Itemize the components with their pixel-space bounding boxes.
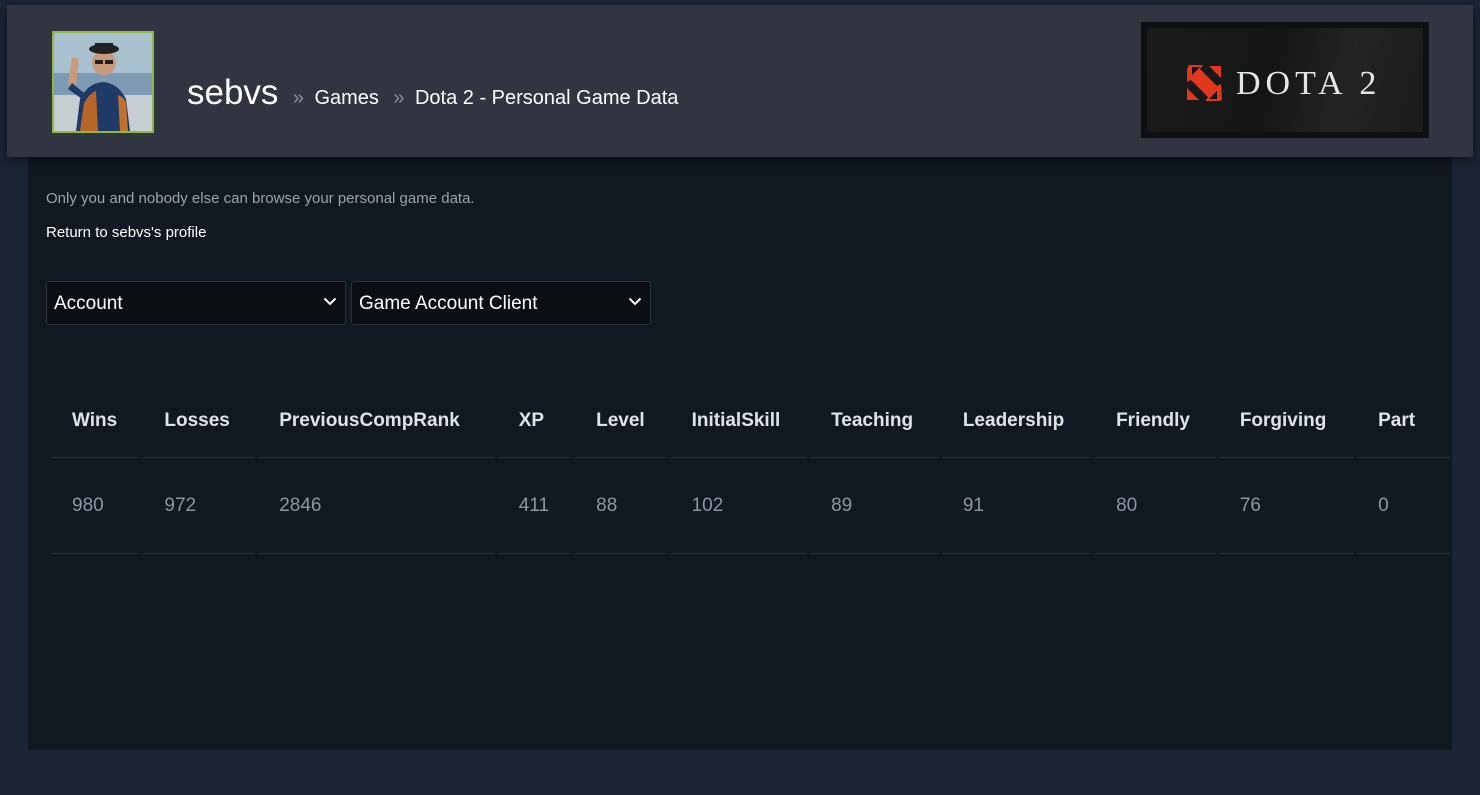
avatar[interactable] (52, 31, 154, 133)
table-cell: 2846 (258, 458, 495, 554)
content-panel: Only you and nobody else can browse your… (28, 155, 1452, 750)
breadcrumb-games-link[interactable]: Games (314, 87, 378, 109)
profile-header: sebvs » Games » Dota 2 - Personal Game D… (7, 5, 1473, 157)
breadcrumb-separator: » (292, 87, 305, 109)
chevron-down-icon (323, 297, 337, 306)
table-cell: 89 (810, 458, 939, 554)
dota-2-emblem-icon (1187, 65, 1222, 101)
table-cell: 76 (1218, 458, 1355, 554)
game-logo-background: DOTA 2 (1147, 28, 1423, 132)
breadcrumb: sebvs » Games » Dota 2 - Personal Game D… (187, 73, 678, 113)
column-header: Leadership (941, 385, 1093, 458)
column-header: PreviousCompRank (258, 385, 495, 458)
user-avatar-icon (54, 33, 152, 131)
column-header: Friendly (1095, 385, 1216, 458)
table-select[interactable]: Game Account Client (351, 281, 651, 325)
game-logo-text: DOTA 2 (1236, 65, 1382, 102)
game-data-table: Wins Losses PreviousCompRank XP Level In… (48, 385, 1452, 554)
table-cell: 80 (1095, 458, 1216, 554)
table-header-row: Wins Losses PreviousCompRank XP Level In… (51, 385, 1449, 458)
category-select-value: Account (54, 293, 123, 314)
column-header: Teaching (810, 385, 939, 458)
column-header: Wins (51, 385, 141, 458)
table-cell: 972 (143, 458, 256, 554)
table-cell: 980 (51, 458, 141, 554)
table-cell: 0 (1357, 458, 1449, 554)
table-cell: 88 (575, 458, 668, 554)
table-row: 980 972 2846 411 88 102 89 91 80 76 0 (51, 458, 1449, 554)
table-cell: 91 (941, 458, 1093, 554)
column-header: Losses (143, 385, 256, 458)
username-link[interactable]: sebvs (187, 73, 278, 112)
column-header: Forgiving (1218, 385, 1355, 458)
column-header: Part (1357, 385, 1449, 458)
column-header: Level (575, 385, 668, 458)
category-select[interactable]: Account (46, 281, 346, 325)
table-select-value: Game Account Client (359, 293, 538, 314)
table-cell: 411 (497, 458, 573, 554)
column-header: InitialSkill (670, 385, 808, 458)
return-to-profile-link[interactable]: Return to sebvs's profile (46, 224, 206, 241)
privacy-note: Only you and nobody else can browse your… (46, 190, 475, 207)
page: Only you and nobody else can browse your… (0, 0, 1480, 795)
table-cell: 102 (670, 458, 808, 554)
breadcrumb-current-page: Dota 2 - Personal Game Data (414, 87, 679, 109)
breadcrumb-separator: » (393, 87, 405, 109)
chevron-down-icon (628, 297, 642, 306)
column-header: XP (497, 385, 573, 458)
game-logo[interactable]: DOTA 2 (1141, 22, 1429, 138)
